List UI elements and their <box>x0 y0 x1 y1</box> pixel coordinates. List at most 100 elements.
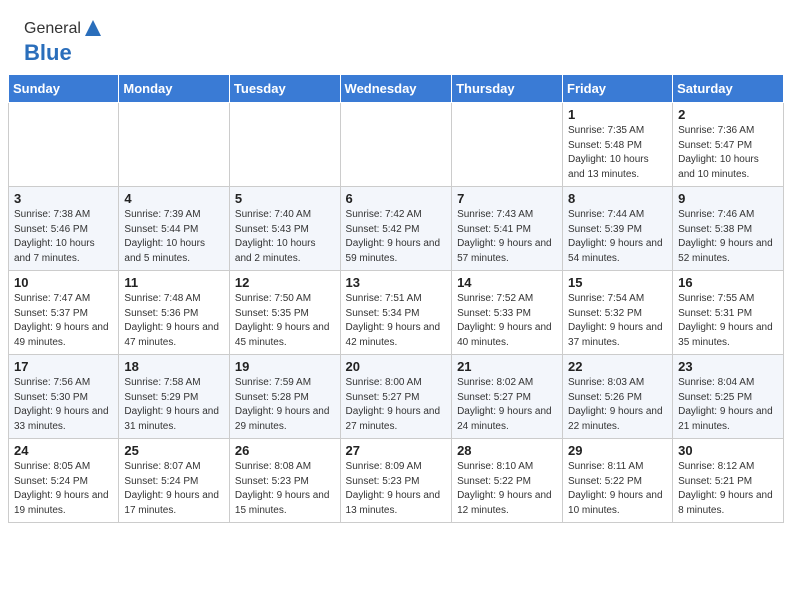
day-info: Sunrise: 7:59 AM Sunset: 5:28 PM Dayligh… <box>235 376 335 434</box>
calendar-cell: 12Sunrise: 7:50 AM Sunset: 5:35 PM Dayli… <box>229 271 340 355</box>
calendar-cell: 28 Sunrise: 8:10 AM Sunset: 5:22 PM Dayli… <box>452 439 563 523</box>
weekday-tuesday: Tuesday <box>229 75 340 103</box>
logo-blue-text: Blue <box>24 40 72 66</box>
day-number: 10 <box>14 275 113 290</box>
day-number: 25 <box>124 443 224 458</box>
day-number: 11 <box>124 275 224 290</box>
day-info: Sunrise: 7:44 AM Sunset: 5:39 PM Dayligh… <box>568 208 667 266</box>
day-info: Sunrise: 7:35 AM Sunset: 5:48 PM Dayligh… <box>568 124 667 182</box>
weekday-wednesday: Wednesday <box>340 75 452 103</box>
day-info: Sunrise: 8:02 AM Sunset: 5:27 PM Dayligh… <box>457 376 557 434</box>
day-number: 21 <box>457 359 557 374</box>
calendar-cell: 6 Sunrise: 7:42 AM Sunset: 5:42 PM Daylig… <box>340 187 452 271</box>
calendar-cell <box>9 103 119 187</box>
calendar-cell: 26 Sunrise: 8:08 AM Sunset: 5:23 PM Dayli… <box>229 439 340 523</box>
logo-icon <box>83 18 103 38</box>
week-row-0: 1 Sunrise: 7:35 AM Sunset: 5:48 PM Daylig… <box>9 103 784 187</box>
day-info: Sunrise: 8:12 AM Sunset: 5:21 PM Dayligh… <box>678 460 778 518</box>
day-info: Sunrise: 7:50 AM Sunset: 5:35 PM Dayligh… <box>235 292 335 350</box>
day-info: Sunrise: 7:46 AM Sunset: 5:38 PM Dayligh… <box>678 208 778 266</box>
logo: General Blue <box>24 18 103 66</box>
weekday-friday: Friday <box>563 75 673 103</box>
calendar-table: SundayMondayTuesdayWednesdayThursdayFrid… <box>8 74 784 523</box>
calendar-wrapper: SundayMondayTuesdayWednesdayThursdayFrid… <box>0 74 792 543</box>
day-info: Sunrise: 8:10 AM Sunset: 5:22 PM Dayligh… <box>457 460 557 518</box>
day-info: Sunrise: 7:38 AM Sunset: 5:46 PM Dayligh… <box>14 208 113 266</box>
day-number: 6 <box>346 191 447 206</box>
day-number: 20 <box>346 359 447 374</box>
day-info: Sunrise: 7:36 AM Sunset: 5:47 PM Dayligh… <box>678 124 778 182</box>
calendar-cell: 2 Sunrise: 7:36 AM Sunset: 5:47 PM Daylig… <box>673 103 784 187</box>
day-info: Sunrise: 7:58 AM Sunset: 5:29 PM Dayligh… <box>124 376 224 434</box>
day-number: 30 <box>678 443 778 458</box>
day-info: Sunrise: 7:42 AM Sunset: 5:42 PM Dayligh… <box>346 208 447 266</box>
calendar-cell: 1 Sunrise: 7:35 AM Sunset: 5:48 PM Daylig… <box>563 103 673 187</box>
day-number: 29 <box>568 443 667 458</box>
day-info: Sunrise: 8:08 AM Sunset: 5:23 PM Dayligh… <box>235 460 335 518</box>
day-number: 2 <box>678 107 778 122</box>
week-row-2: 10 Sunrise: 7:47 AM Sunset: 5:37 PM Dayli… <box>9 271 784 355</box>
day-number: 1 <box>568 107 667 122</box>
day-info: Sunrise: 7:39 AM Sunset: 5:44 PM Dayligh… <box>124 208 224 266</box>
calendar-cell: 11 Sunrise: 7:48 AM Sunset: 5:36 PM Dayli… <box>119 271 230 355</box>
day-number: 7 <box>457 191 557 206</box>
calendar-cell <box>119 103 230 187</box>
day-number: 5 <box>235 191 335 206</box>
day-number: 27 <box>346 443 447 458</box>
day-number: 4 <box>124 191 224 206</box>
calendar-cell: 23Sunrise: 8:04 AM Sunset: 5:25 PM Dayli… <box>673 355 784 439</box>
day-info: Sunrise: 8:03 AM Sunset: 5:26 PM Dayligh… <box>568 376 667 434</box>
day-number: 8 <box>568 191 667 206</box>
day-number: 9 <box>678 191 778 206</box>
day-info: Sunrise: 7:40 AM Sunset: 5:43 PM Dayligh… <box>235 208 335 266</box>
calendar-cell: 15 Sunrise: 7:54 AM Sunset: 5:32 PM Dayli… <box>563 271 673 355</box>
day-number: 16 <box>678 275 778 290</box>
calendar-cell: 20 Sunrise: 8:00 AM Sunset: 5:27 PM Dayli… <box>340 355 452 439</box>
calendar-cell: 22 Sunrise: 8:03 AM Sunset: 5:26 PM Dayli… <box>563 355 673 439</box>
weekday-sunday: Sunday <box>9 75 119 103</box>
calendar-cell <box>340 103 452 187</box>
calendar-cell: 9 Sunrise: 7:46 AM Sunset: 5:38 PM Daylig… <box>673 187 784 271</box>
weekday-header-row: SundayMondayTuesdayWednesdayThursdayFrid… <box>9 75 784 103</box>
day-number: 15 <box>568 275 667 290</box>
day-info: Sunrise: 7:43 AM Sunset: 5:41 PM Dayligh… <box>457 208 557 266</box>
calendar-cell: 10 Sunrise: 7:47 AM Sunset: 5:37 PM Dayli… <box>9 271 119 355</box>
calendar-cell: 14 Sunrise: 7:52 AM Sunset: 5:33 PM Dayli… <box>452 271 563 355</box>
day-info: Sunrise: 8:00 AM Sunset: 5:27 PM Dayligh… <box>346 376 447 434</box>
logo-general-text: General <box>24 20 81 38</box>
weekday-monday: Monday <box>119 75 230 103</box>
calendar-cell: 3 Sunrise: 7:38 AM Sunset: 5:46 PM Daylig… <box>9 187 119 271</box>
day-number: 26 <box>235 443 335 458</box>
day-info: Sunrise: 7:52 AM Sunset: 5:33 PM Dayligh… <box>457 292 557 350</box>
week-row-3: 17Sunrise: 7:56 AM Sunset: 5:30 PM Dayli… <box>9 355 784 439</box>
day-number: 17 <box>14 359 113 374</box>
day-info: Sunrise: 8:05 AM Sunset: 5:24 PM Dayligh… <box>14 460 113 518</box>
day-info: Sunrise: 8:07 AM Sunset: 5:24 PM Dayligh… <box>124 460 224 518</box>
day-number: 28 <box>457 443 557 458</box>
page-header: General Blue <box>0 0 792 74</box>
calendar-cell: 27 Sunrise: 8:09 AM Sunset: 5:23 PM Dayli… <box>340 439 452 523</box>
day-number: 19 <box>235 359 335 374</box>
day-number: 14 <box>457 275 557 290</box>
day-info: Sunrise: 7:48 AM Sunset: 5:36 PM Dayligh… <box>124 292 224 350</box>
calendar-cell: 30 Sunrise: 8:12 AM Sunset: 5:21 PM Dayli… <box>673 439 784 523</box>
day-info: Sunrise: 8:11 AM Sunset: 5:22 PM Dayligh… <box>568 460 667 518</box>
day-info: Sunrise: 8:09 AM Sunset: 5:23 PM Dayligh… <box>346 460 447 518</box>
day-number: 22 <box>568 359 667 374</box>
day-info: Sunrise: 7:51 AM Sunset: 5:34 PM Dayligh… <box>346 292 447 350</box>
day-info: Sunrise: 7:55 AM Sunset: 5:31 PM Dayligh… <box>678 292 778 350</box>
day-number: 3 <box>14 191 113 206</box>
day-number: 24 <box>14 443 113 458</box>
calendar-cell <box>229 103 340 187</box>
day-number: 18 <box>124 359 224 374</box>
calendar-cell: 8 Sunrise: 7:44 AM Sunset: 5:39 PM Daylig… <box>563 187 673 271</box>
calendar-cell: 18 Sunrise: 7:58 AM Sunset: 5:29 PM Dayli… <box>119 355 230 439</box>
week-row-1: 3 Sunrise: 7:38 AM Sunset: 5:46 PM Daylig… <box>9 187 784 271</box>
calendar-cell: 17Sunrise: 7:56 AM Sunset: 5:30 PM Dayli… <box>9 355 119 439</box>
calendar-cell: 16 Sunrise: 7:55 AM Sunset: 5:31 PM Dayli… <box>673 271 784 355</box>
day-info: Sunrise: 8:04 AM Sunset: 5:25 PM Dayligh… <box>678 376 778 434</box>
day-info: Sunrise: 7:54 AM Sunset: 5:32 PM Dayligh… <box>568 292 667 350</box>
calendar-cell: 29 Sunrise: 8:11 AM Sunset: 5:22 PM Dayli… <box>563 439 673 523</box>
calendar-cell: 7 Sunrise: 7:43 AM Sunset: 5:41 PM Daylig… <box>452 187 563 271</box>
day-info: Sunrise: 7:47 AM Sunset: 5:37 PM Dayligh… <box>14 292 113 350</box>
